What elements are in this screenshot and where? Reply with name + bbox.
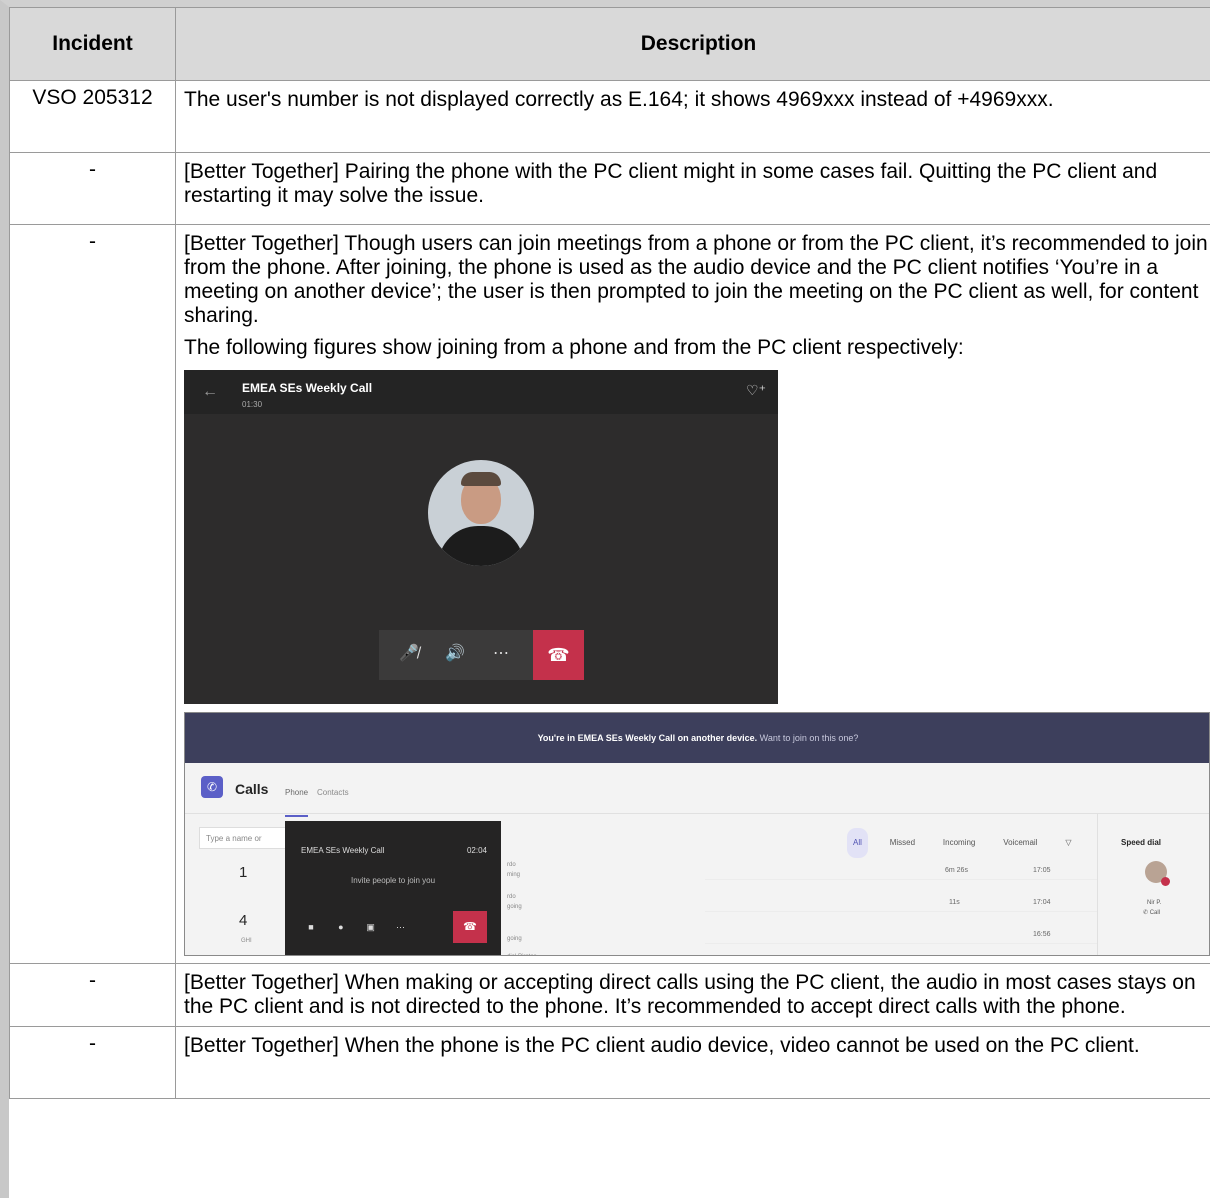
description-paragraph: [Better Together] Though users can join …	[184, 232, 1208, 327]
table-row: VSO 205312 The user's number is not disp…	[9, 80, 1210, 153]
figures-intro: The following figures show joining from …	[184, 336, 964, 359]
description-cell: [Better Together] Pairing the phone with…	[175, 152, 1210, 225]
more-icon: ⋯	[493, 645, 509, 662]
description-cell: [Better Together] Though users can join …	[175, 224, 1210, 964]
speed-dial-call-label: Call	[1149, 910, 1161, 916]
known-issues-table: Incident Description VSO 205312 The user…	[9, 7, 1210, 1099]
filter-voicemail: Voicemail	[1003, 838, 1038, 847]
mic-icon: ●	[338, 922, 344, 932]
header-incident: Incident	[9, 7, 176, 81]
header-description: Description	[175, 7, 1210, 81]
popup-title: EMEA SEs Weekly Call	[301, 846, 385, 855]
more-icon: ⋯	[396, 922, 406, 932]
participant-avatar	[428, 460, 534, 566]
popup-invite-text: Invite people to join you	[350, 876, 436, 885]
speaker-icon: 🔊	[445, 645, 465, 662]
dial-key-4-letters: GHI	[241, 938, 252, 944]
hang-up-icon: ☎	[533, 630, 584, 680]
table-row: - [Better Together] When making or accep…	[9, 963, 1210, 1027]
status-dot	[1161, 877, 1170, 886]
document-page: Incident Description VSO 205312 The user…	[0, 0, 1210, 1198]
add-people-icon: ♡⁺	[746, 382, 766, 398]
tab-contacts: Contacts	[317, 788, 349, 797]
incident-cell: -	[9, 224, 176, 964]
filter-missed: Missed	[889, 838, 916, 847]
meeting-mini-window: EMEA SEs Weekly Call 02:04 Invite people…	[285, 821, 501, 955]
speed-dial-call: ✆ Call	[1143, 910, 1161, 916]
arrow-left-icon: ←	[202, 383, 218, 400]
phone-call-time: 01:30	[242, 400, 263, 409]
speed-dial-label: Speed dial	[1121, 838, 1162, 847]
filter-all: All	[847, 828, 868, 858]
dial-key-1: 1	[239, 864, 248, 881]
incident-cell: VSO 205312	[9, 80, 176, 153]
hang-up-icon: ☎	[453, 911, 487, 943]
incident-cell: -	[9, 1026, 176, 1099]
filter-icon: ▽	[1065, 838, 1072, 847]
banner-join-text: Want to join on this one?	[759, 733, 859, 743]
popup-time: 02:04	[466, 846, 487, 855]
row-divider	[705, 911, 1097, 912]
share-icon: ▣	[366, 922, 375, 932]
phone-meeting-screenshot: ← EMEA SEs Weekly Call 01:30 ♡⁺ 🎤̸ 🔊 ⋯ ☎	[184, 370, 778, 704]
call-filters: All Missed Incoming Voicemail ▽	[847, 827, 1087, 858]
video-icon: ■	[308, 922, 314, 932]
divider	[185, 813, 1209, 814]
history-label: dial Pirates	[507, 945, 537, 955]
mic-off-icon: 🎤̸	[399, 645, 419, 662]
table-header-row: Incident Description	[9, 7, 1210, 81]
table-row: - [Better Together] Though users can joi…	[9, 224, 1210, 964]
speed-dial-divider	[1097, 813, 1098, 955]
table-row: - [Better Together] Pairing the phone wi…	[9, 152, 1210, 225]
history-label: going	[507, 904, 522, 910]
calls-icon: ✆	[201, 776, 223, 798]
table-row: - [Better Together] When the phone is th…	[9, 1026, 1210, 1099]
another-device-banner: You're in EMEA SEs Weekly Call on anothe…	[185, 713, 1209, 763]
pc-client-screenshot: You're in EMEA SEs Weekly Call on anothe…	[184, 712, 1210, 956]
description-cell: The user's number is not displayed corre…	[175, 80, 1210, 153]
incident-cell: -	[9, 152, 176, 225]
filter-incoming: Incoming	[942, 838, 976, 847]
description-cell: [Better Together] When making or accepti…	[175, 963, 1210, 1027]
description-cell: [Better Together] When the phone is the …	[175, 1026, 1210, 1099]
tab-phone: Phone	[285, 781, 309, 817]
calls-label: Calls	[235, 781, 269, 797]
history-label: ming	[507, 872, 521, 878]
popup-controls: ■ ● ▣ ⋯	[299, 911, 449, 943]
row-divider	[705, 879, 1097, 880]
banner-bold-text: You're in EMEA SEs Weekly Call on anothe…	[537, 733, 758, 743]
row-divider	[705, 943, 1097, 944]
incident-cell: -	[9, 963, 176, 1027]
phone-call-controls: 🎤̸ 🔊 ⋯ ☎	[379, 630, 584, 680]
